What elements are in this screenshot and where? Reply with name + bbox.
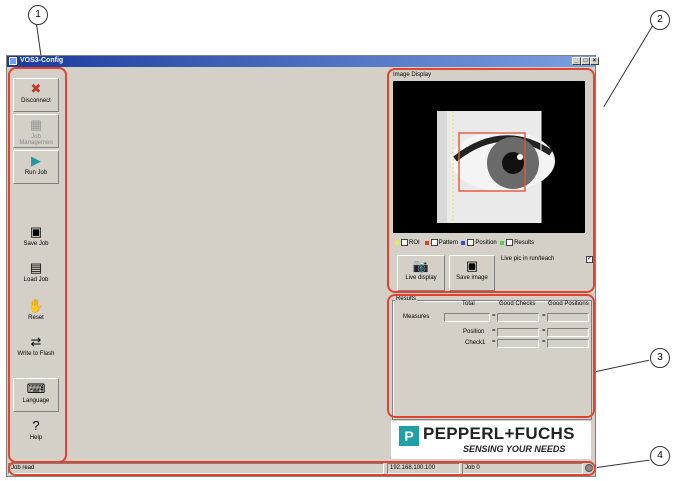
save-image-label: Save image — [456, 275, 488, 281]
language-label: Language — [22, 398, 50, 404]
check1-row-label: Check1 — [465, 340, 486, 346]
measures-eq-1: = — [492, 313, 496, 319]
results-title: Results — [395, 296, 418, 302]
position-color-swatch — [461, 240, 466, 245]
write-to-flash-button[interactable]: ⇄ Write to Flash — [13, 332, 59, 366]
status-message: Job read — [8, 463, 384, 474]
help-label: Help — [29, 435, 43, 441]
eye-image — [437, 81, 591, 233]
position-row-label: Position — [463, 329, 485, 335]
status-indicator-icon — [585, 464, 593, 472]
close-button[interactable]: × — [590, 57, 599, 65]
save-job-button[interactable]: ▣ Save Job — [13, 222, 59, 256]
job-management-button[interactable]: ▦ Job Managemen — [13, 114, 59, 148]
job-management-label: Job Managemen — [19, 134, 53, 146]
run-job-button[interactable]: ▶ Run Job — [13, 150, 59, 184]
pattern-color-swatch — [424, 240, 429, 245]
floppy-icon: ▣ — [29, 224, 43, 239]
camera-image-view — [393, 81, 591, 233]
vos3-config-window: VOS3-Config _ □ × ✖ Disconnect ▦ Job Man… — [6, 55, 599, 477]
callout-2: 2 — [650, 10, 670, 30]
position-eq-1: = — [492, 328, 496, 334]
results-color-swatch — [500, 240, 505, 245]
help-button[interactable]: ? Help — [13, 416, 59, 450]
window-title: VOS3-Config — [20, 57, 64, 64]
roi-checkbox[interactable] — [401, 239, 408, 246]
measures-good-positions-field — [547, 313, 589, 322]
position-eq-2: = — [542, 328, 546, 334]
position-checkbox[interactable] — [467, 239, 475, 246]
image-display-title: Image Display — [392, 72, 433, 78]
status-job: Job 0 — [462, 463, 583, 474]
live-display-label: Live display — [405, 275, 437, 281]
help-icon: ? — [32, 418, 40, 433]
reset-button[interactable]: ✋ Reset — [13, 296, 59, 330]
brand-mark: P — [399, 426, 419, 446]
measures-good-checks-field — [497, 313, 539, 322]
disconnect-label: Disconnect — [21, 98, 51, 104]
play-icon: ▶ — [31, 153, 41, 168]
brand-tagline: SENSING YOUR NEEDS — [463, 444, 566, 454]
brand-name: PEPPERL+FUCHS — [423, 424, 575, 443]
disconnect-icon: ✖ — [30, 81, 42, 96]
roi-label: ROI — [409, 240, 420, 247]
check1-eq-2: = — [542, 339, 546, 345]
check1-good-checks-field — [497, 339, 539, 348]
load-job-label: Load Job — [23, 277, 49, 283]
save-image-button[interactable]: ▣ Save image — [449, 255, 495, 291]
live-pic-label: Live pic in run/teach — [501, 256, 555, 262]
minimize-button[interactable]: _ — [572, 57, 581, 65]
measures-eq-2: = — [542, 313, 546, 319]
check1-eq-1: = — [492, 339, 496, 345]
check1-good-positions-field — [547, 339, 589, 348]
live-display-button[interactable]: 📷 Live display — [397, 255, 445, 291]
camera-icon: 📷 — [412, 258, 430, 273]
results-label: Results — [514, 240, 535, 247]
roi-color-swatch — [395, 240, 399, 245]
pepperl-fuchs-logo: P PEPPERL+FUCHS SENSING YOUR NEEDS — [391, 421, 591, 459]
callout-1: 1 — [28, 5, 48, 25]
app-icon — [9, 57, 17, 65]
status-ip-address: 192.168.100.100 — [387, 463, 460, 474]
callout-2-leader — [603, 25, 653, 108]
puzzle-icon: ▦ — [29, 117, 43, 132]
hand-icon: ✋ — [27, 298, 45, 313]
callout-4-leader — [597, 459, 650, 468]
callout-3-leader — [596, 359, 650, 372]
results-header-good-checks: Good Checks — [499, 301, 536, 307]
floppy-icon: ▣ — [465, 258, 479, 273]
live-pic-checkbox[interactable]: ✓ — [586, 256, 593, 263]
language-button[interactable]: ⌨ Language — [13, 378, 59, 412]
load-job-button[interactable]: ▤ Load Job — [13, 258, 59, 292]
transfer-icon: ⇄ — [30, 334, 42, 349]
pattern-label: Pattern — [438, 240, 459, 247]
results-header-total: Total — [462, 301, 475, 307]
position-good-checks-field — [497, 328, 539, 337]
results-header-good-positions: Good Positions — [548, 301, 589, 307]
pattern-checkbox[interactable] — [430, 239, 438, 246]
callout-4: 4 — [650, 446, 670, 466]
measures-total-field — [444, 313, 490, 322]
maximize-button[interactable]: □ — [581, 57, 590, 65]
disconnect-button[interactable]: ✖ Disconnect — [13, 78, 59, 112]
run-job-label: Run Job — [24, 170, 48, 176]
measures-label: Measures — [403, 314, 430, 320]
position-label: Position — [475, 240, 497, 247]
language-icon: ⌨ — [26, 381, 46, 396]
save-job-label: Save Job — [23, 241, 49, 247]
callout-3: 3 — [650, 348, 670, 368]
position-good-positions-field — [547, 328, 589, 337]
results-checkbox[interactable] — [506, 239, 514, 246]
reset-label: Reset — [28, 315, 44, 321]
write-to-flash-label: Write to Flash — [17, 351, 55, 357]
folder-icon: ▤ — [29, 260, 43, 275]
overlay-legend: ROI Pattern Position Results — [395, 239, 534, 246]
title-bar: VOS3-Config _ □ × — [7, 56, 599, 67]
